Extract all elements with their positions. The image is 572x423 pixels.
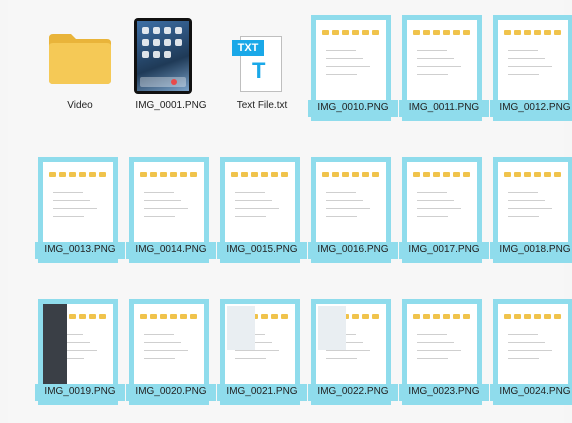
file-name: IMG_0012.PNG	[499, 102, 571, 113]
file-item-text-file[interactable]: TXT T Text File.txt	[218, 24, 306, 124]
file-name: Video	[67, 100, 93, 111]
file-name: IMG_0014.PNG	[135, 244, 207, 255]
file-item-img-0022-png[interactable]: IMG_0022.PNG	[308, 304, 398, 414]
file-item-img-0021-png[interactable]: IMG_0021.PNG	[217, 304, 307, 414]
text-glyph: T	[252, 58, 266, 83]
folder-icon	[49, 34, 111, 84]
file-item-img-0015-png[interactable]: IMG_0015.PNG	[217, 162, 307, 272]
file-item-img-0018-png[interactable]: IMG_0018.PNG	[490, 162, 572, 272]
file-item-img-0023-png[interactable]: IMG_0023.PNG	[399, 304, 489, 414]
file-name: IMG_0016.PNG	[317, 244, 389, 255]
file-name: IMG_0022.PNG	[317, 386, 389, 397]
file-item-img-0020-png[interactable]: IMG_0020.PNG	[126, 304, 216, 414]
file-item-img-0012-png[interactable]: IMG_0012.PNG	[490, 20, 572, 130]
file-item-img-0024-png[interactable]: IMG_0024.PNG	[490, 304, 572, 414]
file-name: IMG_0021.PNG	[226, 386, 298, 397]
file-name: IMG_0020.PNG	[135, 386, 207, 397]
file-name: IMG_0023.PNG	[408, 386, 480, 397]
file-name: IMG_0017.PNG	[408, 244, 480, 255]
file-item-img-0010-png[interactable]: IMG_0010.PNG	[308, 20, 398, 130]
file-name: IMG_0001.PNG	[135, 100, 207, 111]
file-item-img-0001[interactable]: IMG_0001.PNG	[127, 18, 215, 124]
txt-badge: TXT	[232, 40, 264, 56]
file-item-img-0011-png[interactable]: IMG_0011.PNG	[399, 20, 489, 130]
file-name: IMG_0010.PNG	[317, 102, 389, 113]
file-item-img-0016-png[interactable]: IMG_0016.PNG	[308, 162, 398, 272]
file-item-video[interactable]: Video	[36, 24, 124, 124]
file-item-img-0013-png[interactable]: IMG_0013.PNG	[35, 162, 125, 272]
file-item-img-0019-png[interactable]: IMG_0019.PNG	[35, 304, 125, 414]
file-name: IMG_0011.PNG	[408, 102, 480, 113]
file-item-img-0014-png[interactable]: IMG_0014.PNG	[126, 162, 216, 272]
file-name: IMG_0019.PNG	[44, 386, 116, 397]
file-name: IMG_0015.PNG	[226, 244, 298, 255]
ios-home-screen-thumbnail	[134, 18, 192, 94]
text-file-icon: TXT T	[232, 30, 282, 92]
file-name: IMG_0024.PNG	[499, 386, 571, 397]
file-item-img-0017-png[interactable]: IMG_0017.PNG	[399, 162, 489, 272]
file-name: IMG_0018.PNG	[499, 244, 571, 255]
file-grid: Video IMG_0001.PNG TXT T Text File.txt I…	[8, 0, 572, 423]
file-name: Text File.txt	[236, 100, 288, 111]
file-name: IMG_0013.PNG	[44, 244, 116, 255]
